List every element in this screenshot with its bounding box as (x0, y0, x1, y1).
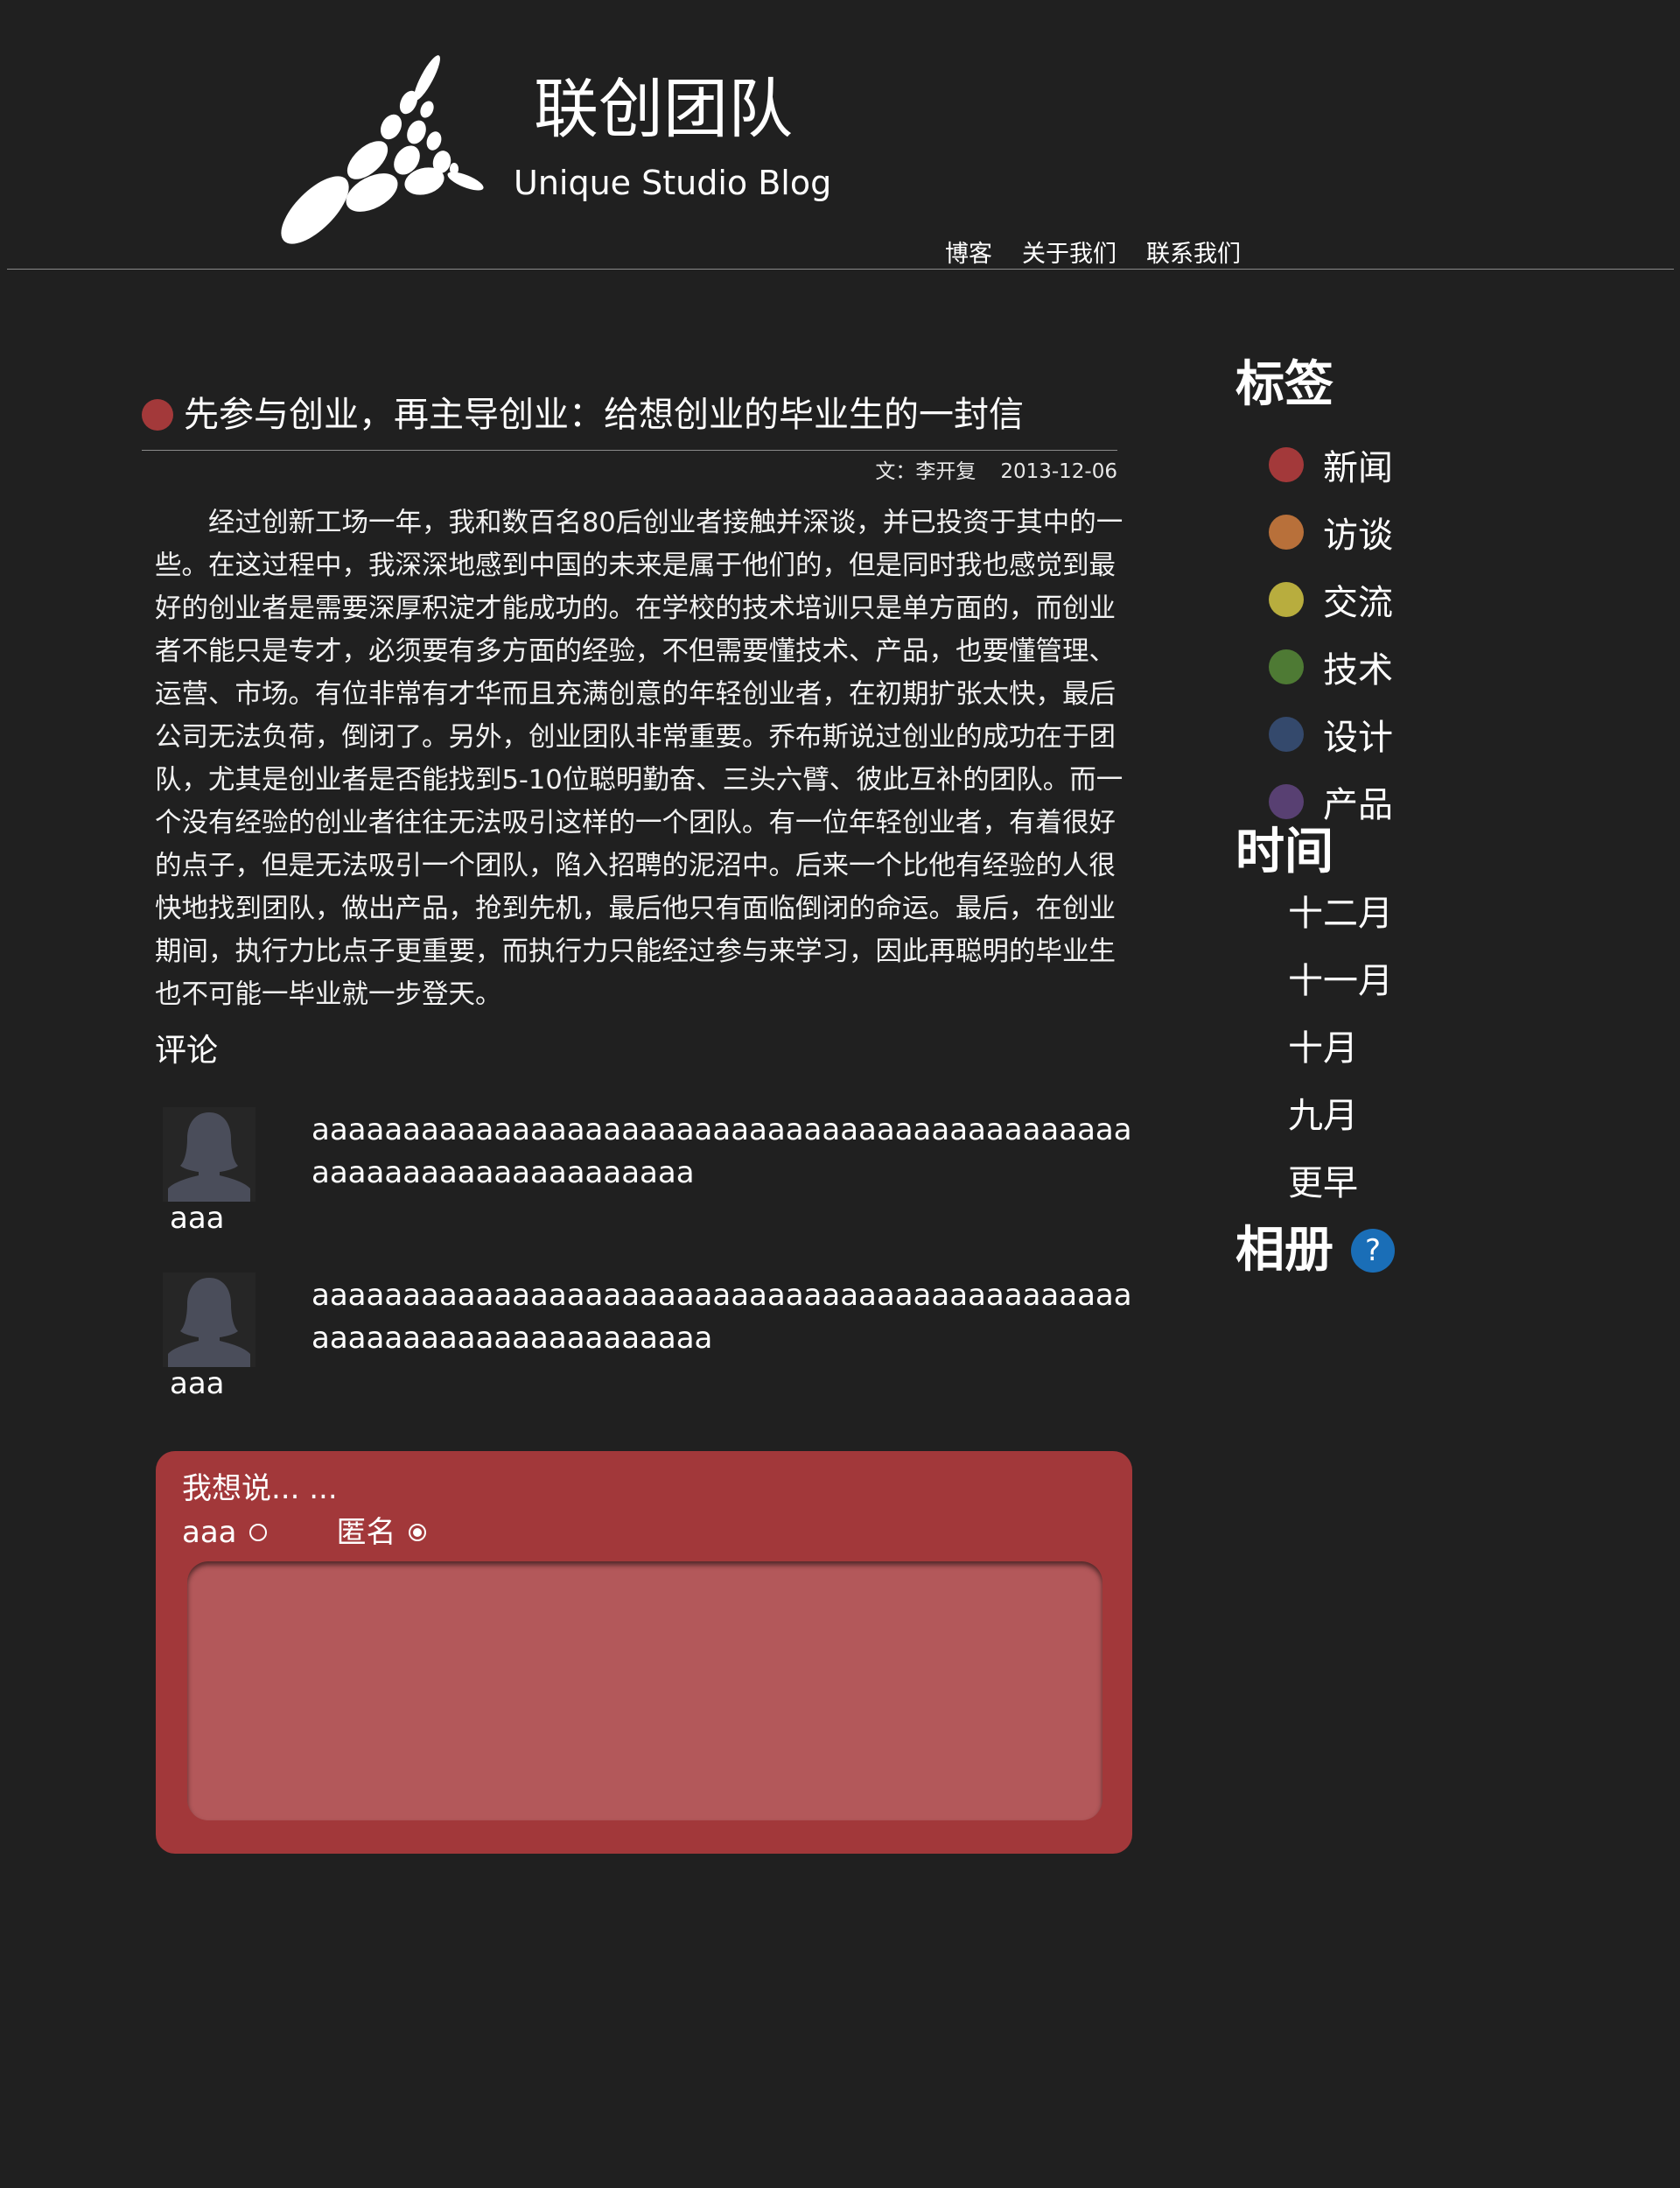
article-date: 2013-12-06 (1000, 460, 1117, 483)
main-nav: 博客 关于我们 联系我们 (945, 235, 1241, 269)
comment-text: aaaaaaaaaaaaaaaaaaaaaaaaaaaaaaaaaaaaaaaa… (312, 1278, 1132, 1356)
article: 先参与创业，再主导创业：给想创业的毕业生的一封信 文：李开复 2013-12-06… (142, 394, 1130, 1067)
tags-heading: 标签 (1236, 356, 1334, 413)
identity-option-label: aaa (182, 1515, 237, 1550)
site-subtitle: Unique Studio Blog (514, 164, 832, 202)
album-row: 相册 ? (1236, 1226, 1498, 1275)
nav-item-about[interactable]: 关于我们 (1022, 235, 1116, 269)
tag-label: 技术 (1323, 649, 1393, 691)
comment-item: aaa aaaaaaaaaaaaaaaaaaaaaaaaaaaaaaaaaaaa… (156, 1107, 1136, 1238)
tag-item-design[interactable]: 设计 (1269, 700, 1498, 768)
identity-option-anonymous[interactable]: 匿名 (337, 1518, 426, 1547)
tag-item-news[interactable]: 新闻 (1269, 431, 1498, 498)
article-body: 经过创新工场一年，我和数百名80后创业者接触并深谈，并已投资于其中的一些。在这过… (155, 508, 1124, 1010)
tag-label: 访谈 (1323, 515, 1393, 556)
tag-label: 产品 (1323, 784, 1393, 825)
comment-prompt: 我想说... ... (182, 1471, 338, 1506)
archive-item-november[interactable]: 十一月 (1288, 964, 1498, 1031)
studio-logo-icon[interactable] (262, 48, 494, 254)
tag-item-tech[interactable]: 技术 (1269, 633, 1498, 700)
nav-item-blog[interactable]: 博客 (945, 235, 992, 269)
archive-item-october[interactable]: 十月 (1288, 1031, 1498, 1098)
tag-item-exchange[interactable]: 交流 (1269, 565, 1498, 633)
user-silhouette-icon (163, 1273, 256, 1367)
album-heading[interactable]: 相册 (1236, 1226, 1334, 1275)
comment-input[interactable] (187, 1561, 1102, 1820)
title-divider (142, 450, 1117, 451)
article-title[interactable]: 先参与创业，再主导创业：给想创业的毕业生的一封信 (184, 394, 1024, 436)
question-mark-icon[interactable]: ? (1351, 1229, 1395, 1273)
archive-item-december[interactable]: 十二月 (1288, 896, 1498, 964)
comment-form: 我想说... ... aaa 匿名 (156, 1451, 1132, 1854)
identity-selector: aaa 匿名 (182, 1518, 426, 1547)
radio-unchecked-icon[interactable] (248, 1524, 267, 1541)
tag-dot-icon (1269, 783, 1304, 819)
radio-checked-icon[interactable] (408, 1524, 426, 1541)
tag-label: 设计 (1323, 717, 1393, 758)
tag-dot-icon (1269, 581, 1304, 617)
tag-dot-icon (1269, 716, 1304, 752)
comment-author: aaa (170, 1201, 225, 1236)
tag-dot-icon (1269, 514, 1304, 550)
comments-heading: 评论 (155, 1033, 219, 1069)
tag-label: 交流 (1323, 582, 1393, 623)
article-title-row: 先参与创业，再主导创业：给想创业的毕业生的一封信 (142, 394, 1130, 436)
nav-item-contact[interactable]: 联系我们 (1146, 235, 1241, 269)
tag-item-interview[interactable]: 访谈 (1269, 498, 1498, 565)
archive-item-september[interactable]: 九月 (1288, 1098, 1498, 1166)
tag-dot-icon (1269, 649, 1304, 684)
header-divider (7, 269, 1674, 270)
identity-option-user[interactable]: aaa (182, 1518, 267, 1547)
comment-author: aaa (170, 1366, 225, 1401)
comment-text: aaaaaaaaaaaaaaaaaaaaaaaaaaaaaaaaaaaaaaaa… (312, 1112, 1132, 1190)
time-heading: 时间 (1236, 824, 1334, 880)
article-author: 文：李开复 (875, 460, 976, 483)
comment-item: aaa aaaaaaaaaaaaaaaaaaaaaaaaaaaaaaaaaaaa… (156, 1273, 1136, 1404)
tag-label: 新闻 (1323, 447, 1393, 488)
tag-list: 新闻 访谈 交流 技术 设计 产品 (1269, 431, 1498, 835)
user-silhouette-icon (163, 1107, 256, 1202)
tag-dot-icon (1269, 446, 1304, 482)
category-dot-icon (142, 399, 173, 431)
article-meta: 文：李开复 2013-12-06 (142, 454, 1117, 484)
identity-option-label: 匿名 (336, 1515, 396, 1550)
sidebar: 标签 新闻 访谈 交流 技术 设计 产品 时间 十二月 十一月 十月 九月 更早… (1236, 361, 1498, 1275)
site-title: 联创团队 (534, 72, 793, 147)
archive-list: 十二月 十一月 十月 九月 更早 (1288, 896, 1498, 1233)
